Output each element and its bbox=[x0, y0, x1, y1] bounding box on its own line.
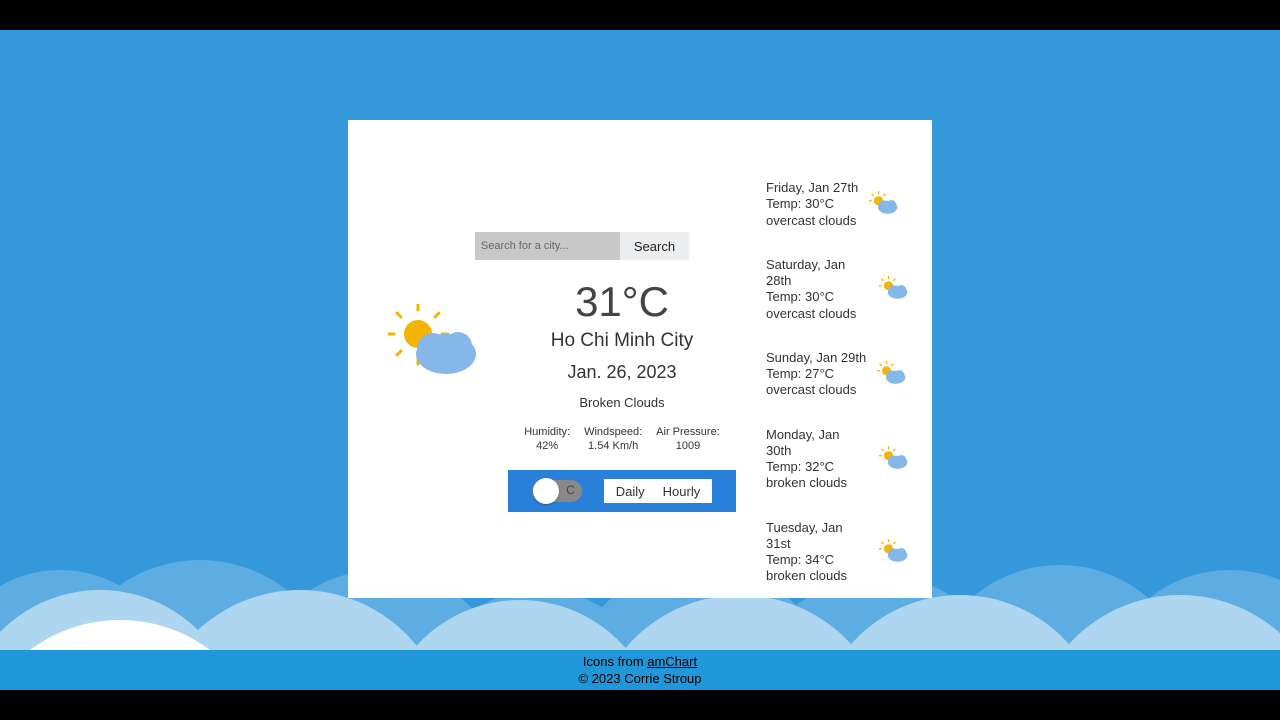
search-button[interactable]: Search bbox=[620, 232, 689, 260]
forecast-item: Tuesday, Jan 31stTemp: 34°Cbroken clouds bbox=[766, 520, 912, 585]
current-temp: 31°C bbox=[508, 278, 736, 326]
search-input[interactable] bbox=[475, 232, 620, 260]
forecast-condition: broken clouds bbox=[766, 568, 868, 584]
partly-cloudy-icon bbox=[876, 361, 910, 387]
controls-bar: C Daily Hourly bbox=[508, 470, 736, 512]
search-row: Search bbox=[398, 232, 766, 260]
forecast-day: Tuesday, Jan 31st bbox=[766, 520, 868, 553]
partly-cloudy-icon bbox=[868, 191, 902, 217]
forecast-item: Sunday, Jan 29thTemp: 27°Covercast cloud… bbox=[766, 350, 912, 399]
forecast-temp: Temp: 30°C bbox=[766, 289, 868, 305]
forecast-temp: Temp: 30°C bbox=[766, 196, 858, 212]
forecast-condition: broken clouds bbox=[766, 475, 868, 491]
forecast-condition: overcast clouds bbox=[766, 382, 866, 398]
hourly-tab[interactable]: Hourly bbox=[663, 484, 701, 499]
forecast-list: Friday, Jan 27thTemp: 30°Covercast cloud… bbox=[766, 120, 932, 598]
current-city: Ho Chi Minh City bbox=[508, 330, 736, 352]
forecast-temp: Temp: 34°C bbox=[766, 552, 868, 568]
forecast-temp: Temp: 27°C bbox=[766, 366, 866, 382]
partly-cloudy-icon bbox=[388, 304, 488, 384]
forecast-day: Monday, Jan 30th bbox=[766, 427, 868, 460]
forecast-temp: Temp: 32°C bbox=[766, 459, 868, 475]
forecast-day: Friday, Jan 27th bbox=[766, 180, 858, 196]
footer: Icons from amChart © 2023 Corrie Stroup bbox=[0, 650, 1280, 690]
windspeed-stat: Windspeed: 1.54 Km/h bbox=[584, 426, 642, 452]
amchart-link[interactable]: amChart bbox=[647, 654, 697, 669]
forecast-item: Monday, Jan 30thTemp: 32°Cbroken clouds bbox=[766, 427, 912, 492]
current-condition: Broken Clouds bbox=[508, 395, 736, 410]
daily-tab[interactable]: Daily bbox=[616, 484, 645, 499]
pressure-stat: Air Pressure: 1009 bbox=[656, 426, 720, 452]
weather-card: Search bbox=[348, 120, 932, 598]
forecast-item: Friday, Jan 27thTemp: 30°Covercast cloud… bbox=[766, 180, 912, 229]
humidity-stat: Humidity: 42% bbox=[524, 426, 570, 452]
forecast-day: Sunday, Jan 29th bbox=[766, 350, 866, 366]
copyright: © 2023 Corrie Stroup bbox=[0, 671, 1280, 688]
forecast-item: Saturday, Jan 28thTemp: 30°Covercast clo… bbox=[766, 257, 912, 322]
forecast-day: Saturday, Jan 28th bbox=[766, 257, 868, 290]
forecast-condition: overcast clouds bbox=[766, 213, 858, 229]
partly-cloudy-icon bbox=[878, 276, 912, 302]
current-date: Jan. 26, 2023 bbox=[508, 362, 736, 383]
forecast-condition: overcast clouds bbox=[766, 306, 868, 322]
partly-cloudy-icon bbox=[878, 539, 912, 565]
partly-cloudy-icon bbox=[878, 446, 912, 472]
unit-toggle[interactable]: C bbox=[532, 480, 582, 502]
